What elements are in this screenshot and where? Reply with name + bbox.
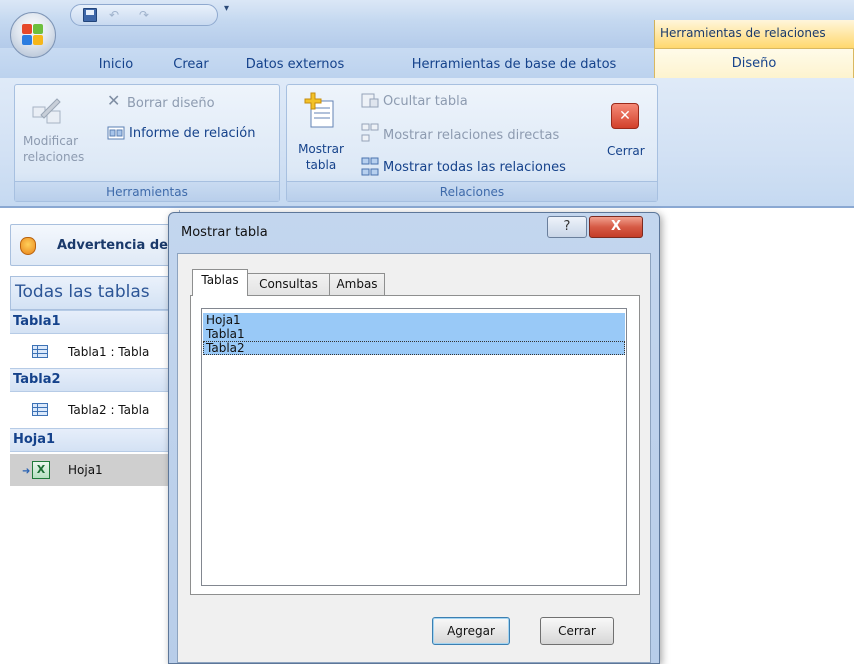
list-item-hoja1[interactable]: Hoja1 [203,313,625,327]
edit-relationships-icon [32,98,61,124]
excel-linked-table-icon: X [32,461,50,479]
table-listbox[interactable]: Hoja1 Tabla1 Tabla2 [201,308,627,586]
group-relaciones-label: Relaciones [287,181,657,201]
security-warning-text: Advertencia de [57,238,168,253]
list-item-tabla2[interactable]: Tabla2 [203,341,625,355]
borrar-diseno-label: Borrar diseño [127,96,215,111]
nav-group-tabla2[interactable]: Tabla2 [10,368,180,392]
quick-access-toolbar: ↶ ↷ [70,4,218,26]
modificar-relaciones-button[interactable]: Modificar relaciones [19,93,99,179]
mostrar-tabla-dialog: Mostrar tabla ? X Tablas Consultas Ambas… [168,212,660,664]
nav-item-hoja1-label: Hoja1 [68,463,103,477]
tab-ambas[interactable]: Ambas [329,273,385,295]
mostrar-directas-label: Mostrar relaciones directas [383,128,560,143]
nav-pane-header[interactable]: Todas las tablas [10,276,180,310]
undo-icon[interactable]: ↶ [107,8,121,22]
tab-tablas[interactable]: Tablas [192,269,248,296]
mostrar-tabla-line1: Mostrar [298,142,344,156]
tab-inicio[interactable]: Inicio [88,54,144,76]
ribbon: Modificar relaciones ✕ Borrar diseño Inf… [0,78,854,208]
tab-diseno-label: Diseño [731,56,777,71]
linked-arrow-icon: ➜ [22,466,31,477]
table-icon [32,403,48,416]
dialog-title: Mostrar tabla [181,225,268,240]
help-button[interactable]: ? [547,216,587,238]
dialog-cerrar-button[interactable]: Cerrar [540,617,614,645]
mostrar-todas-label: Mostrar todas las relaciones [383,160,566,175]
nav-item-tabla1-label: Tabla1 : Tabla [68,345,150,359]
save-icon[interactable] [83,8,97,22]
dialog-body: Tablas Consultas Ambas Hoja1 Tabla1 Tabl… [177,253,651,663]
cerrar-relaciones-button[interactable]: ✕ Cerrar [603,103,655,177]
dialog-close-button[interactable]: X [589,216,643,238]
all-relationships-icon [361,157,379,176]
list-item-tabla1[interactable]: Tabla1 [203,327,625,341]
table-icon [32,345,48,358]
nav-group-tabla1[interactable]: Tabla1 [10,310,180,334]
nav-item-tabla2-label: Tabla2 : Tabla [68,403,150,417]
context-tab-title: Herramientas de relaciones [660,26,826,40]
shield-warning-icon [20,237,36,255]
nav-item-tabla1[interactable]: Tabla1 : Tabla [10,336,180,368]
security-warning-bar[interactable]: Advertencia de [10,224,180,266]
cerrar-label: Cerrar [607,144,645,158]
navigation-pane: Advertencia de Todas las tablas Tabla1 T… [0,210,180,664]
clear-layout-icon: ✕ [107,91,121,110]
nav-item-hoja1[interactable]: ➜ X Hoja1 [10,454,180,486]
relationship-report-icon [107,126,125,140]
modificar-label-line2: relaciones [23,150,85,164]
office-logo-icon [22,24,44,46]
ocultar-tabla-button[interactable]: Ocultar tabla [359,93,468,111]
tab-consultas[interactable]: Consultas [247,273,330,295]
title-bar: ↶ ↷ ▾ Herramientas de relaciones [0,0,854,48]
mostrar-tabla-line2: tabla [305,158,337,172]
ocultar-tabla-label: Ocultar tabla [383,94,468,109]
tab-herramientas-base-datos[interactable]: Herramientas de base de datos [394,54,634,76]
modificar-label-line1: Modificar [23,134,79,148]
informe-relacion-button[interactable]: Informe de relación [105,125,255,143]
agregar-button[interactable]: Agregar [432,617,510,645]
show-table-icon [304,92,334,128]
tab-panel-tablas: Hoja1 Tabla1 Tabla2 [190,295,640,595]
mostrar-todas-relaciones-button[interactable]: Mostrar todas las relaciones [359,157,566,177]
group-herramientas-label: Herramientas [15,181,279,201]
group-relaciones: Mostrar tabla Ocultar tabla Mostrar rela… [286,84,658,202]
office-button[interactable] [10,12,56,58]
mostrar-tabla-button[interactable]: Mostrar tabla [293,89,349,177]
app-title-blurred [250,5,350,19]
nav-item-tabla2[interactable]: Tabla2 : Tabla [10,394,180,426]
customize-dropdown-icon[interactable]: ▾ [224,3,229,14]
mostrar-relaciones-directas-button[interactable]: Mostrar relaciones directas [359,123,560,145]
tab-crear[interactable]: Crear [166,54,216,76]
close-icon: ✕ [611,103,639,129]
nav-group-hoja1[interactable]: Hoja1 [10,428,180,452]
hide-table-icon [361,93,379,108]
informe-relacion-label: Informe de relación [129,126,256,141]
tab-diseno[interactable]: Diseño [654,48,854,78]
tab-datos-externos[interactable]: Datos externos [228,54,362,76]
borrar-diseno-button[interactable]: ✕ Borrar diseño [105,91,215,113]
direct-relationships-icon [361,123,379,142]
group-herramientas: Modificar relaciones ✕ Borrar diseño Inf… [14,84,280,202]
redo-icon[interactable]: ↷ [137,8,151,22]
